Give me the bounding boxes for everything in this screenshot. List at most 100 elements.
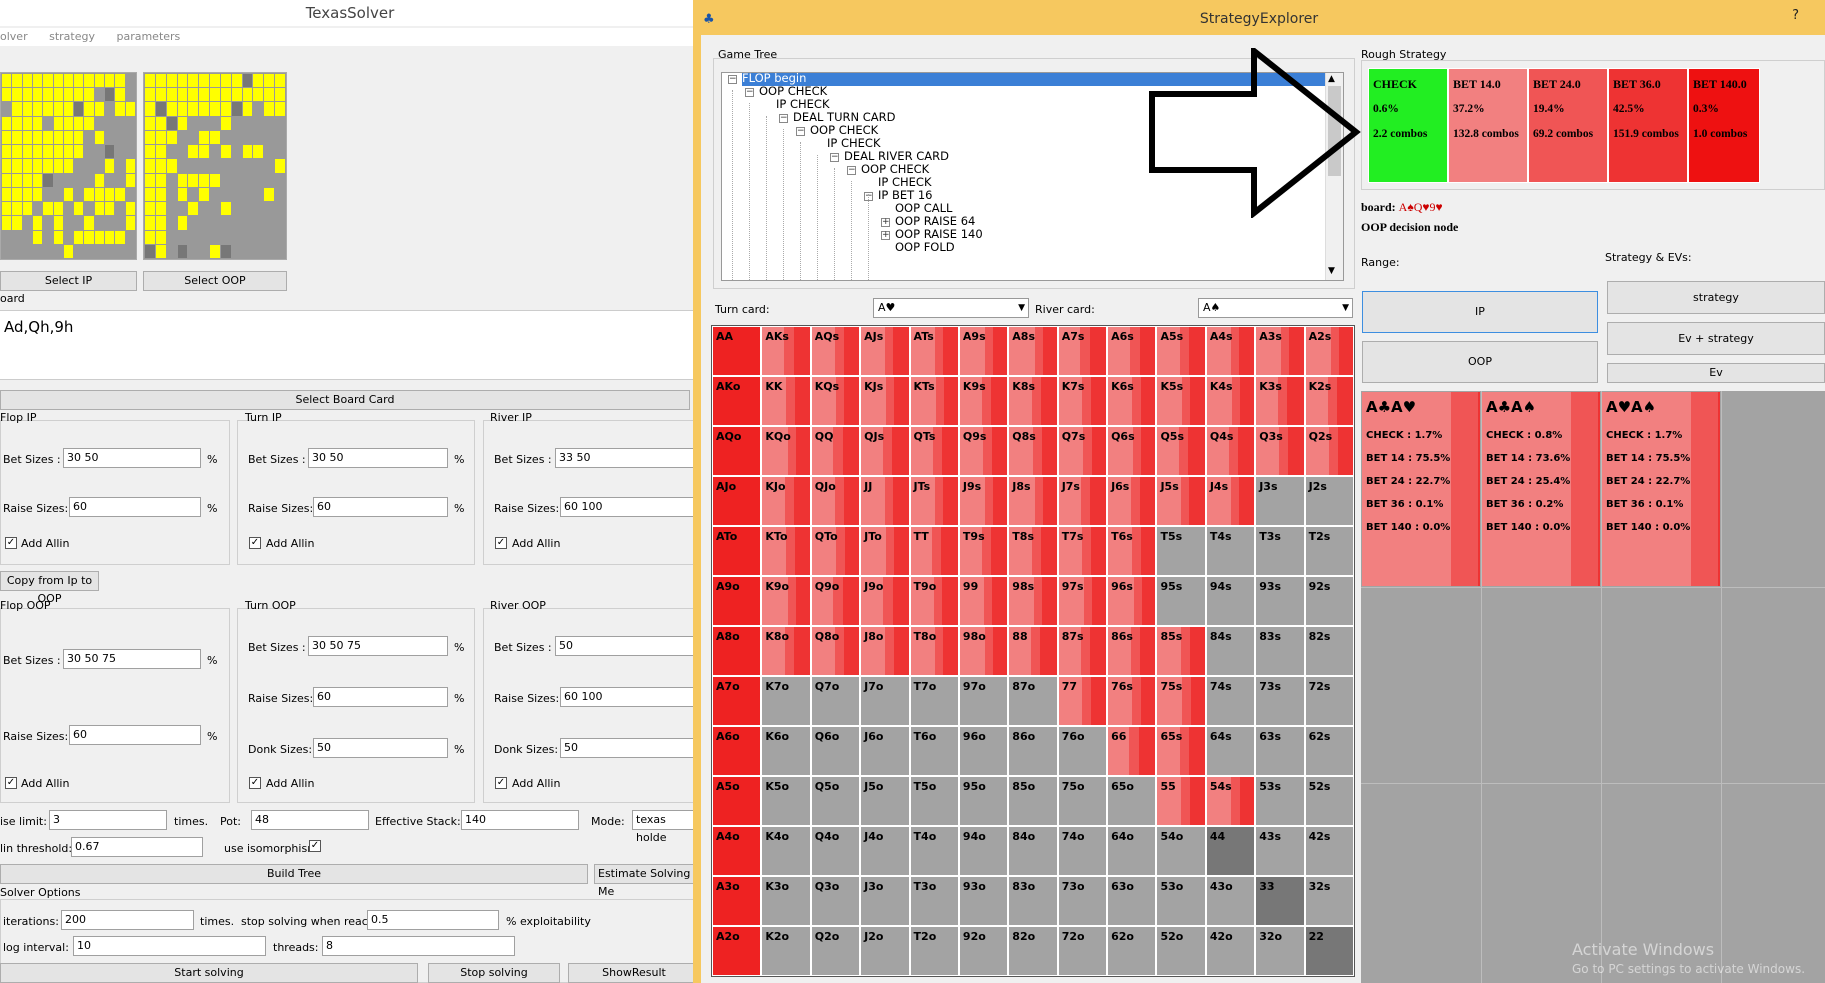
hand-cell[interactable]: AJs <box>860 326 910 376</box>
hand-cell[interactable]: J9o <box>860 576 910 626</box>
mini-range-cell[interactable] <box>220 216 231 230</box>
mini-range-cell[interactable] <box>231 74 242 88</box>
mini-range-cell[interactable] <box>242 102 253 116</box>
log-interval-input[interactable]: 10 <box>73 936 266 956</box>
mini-range-cell[interactable] <box>264 145 275 159</box>
mini-range-cell[interactable] <box>210 145 220 159</box>
hand-cell[interactable]: QJs <box>860 426 910 476</box>
hand-cell[interactable]: QTs <box>909 426 959 476</box>
mini-range-cell[interactable] <box>231 88 242 102</box>
mini-range-cell[interactable] <box>22 74 32 88</box>
strategy-button[interactable]: strategy <box>1607 281 1825 314</box>
mini-range-cell[interactable] <box>53 145 63 159</box>
mini-range-cell[interactable] <box>145 173 155 187</box>
hand-cell[interactable]: Q5o <box>810 776 861 826</box>
mini-range-cell[interactable] <box>220 102 231 116</box>
hand-cell[interactable]: 73s <box>1255 676 1305 726</box>
mini-range-cell[interactable] <box>199 145 210 159</box>
hand-cell[interactable]: T6s <box>1107 526 1157 576</box>
hand-cell[interactable]: 87s <box>1057 626 1108 676</box>
hand-cell[interactable]: JTs <box>909 476 959 526</box>
hand-cell[interactable]: T8o <box>909 626 959 676</box>
mini-range-cell[interactable] <box>74 173 84 187</box>
hand-cell[interactable]: T2o <box>909 926 959 976</box>
mini-range-cell[interactable] <box>177 187 188 202</box>
mini-range-cell[interactable] <box>188 130 199 145</box>
hand-cell[interactable]: KK <box>761 376 811 426</box>
mini-range-cell[interactable] <box>94 116 105 130</box>
mini-range-cell[interactable] <box>220 159 231 173</box>
mini-range-cell[interactable] <box>125 130 135 145</box>
mini-range-cell[interactable] <box>94 102 105 116</box>
mini-range-cell[interactable] <box>253 88 264 102</box>
hand-cell[interactable]: KTs <box>909 376 959 426</box>
select-ip-button[interactable]: Select IP <box>0 271 137 291</box>
mini-range-cell[interactable] <box>63 102 74 116</box>
mini-range-cell[interactable] <box>145 202 155 216</box>
river-card-select[interactable]: A♠ ▼ <box>1198 298 1353 318</box>
mini-range-cell[interactable] <box>22 145 32 159</box>
hand-cell[interactable]: T6o <box>909 726 959 776</box>
hand-cell[interactable]: K2s <box>1304 376 1354 426</box>
mini-range-cell[interactable] <box>242 116 253 130</box>
mini-range-cell[interactable] <box>63 130 74 145</box>
mini-range-cell[interactable] <box>115 216 125 230</box>
mini-range-cell[interactable] <box>210 102 220 116</box>
mini-range-cell[interactable] <box>264 216 275 230</box>
use-isomorphism-checkbox[interactable]: ✓ <box>309 840 321 852</box>
mini-range-cell[interactable] <box>12 230 22 244</box>
mini-range-cell[interactable] <box>199 116 210 130</box>
hand-cell[interactable]: 82s <box>1304 626 1354 676</box>
mini-range-cell[interactable] <box>231 159 242 173</box>
hand-cell[interactable]: A7s <box>1057 326 1108 376</box>
hand-cell[interactable]: J7o <box>860 676 910 726</box>
hand-cell[interactable]: K3o <box>761 876 811 926</box>
mini-range-cell[interactable] <box>264 88 275 102</box>
mini-range-cell[interactable] <box>177 159 188 173</box>
mini-range-cell[interactable] <box>231 230 242 244</box>
hand-cell[interactable]: A7o <box>712 676 762 726</box>
hand-cell[interactable]: 54o <box>1156 826 1206 876</box>
collapse-icon[interactable]: − <box>847 166 856 175</box>
mini-range-cell[interactable] <box>53 74 63 88</box>
mini-range-cell[interactable] <box>125 173 135 187</box>
mini-range-cell[interactable] <box>53 116 63 130</box>
mini-range-cell[interactable] <box>32 187 43 202</box>
hand-cell[interactable]: 86s <box>1107 626 1157 676</box>
mini-range-cell[interactable] <box>145 159 155 173</box>
hand-cell[interactable]: Q8o <box>810 626 861 676</box>
allin-threshold-input[interactable]: 0.67 <box>71 837 203 857</box>
hand-cell[interactable]: 55 <box>1156 776 1206 826</box>
mini-range-cell[interactable] <box>22 159 32 173</box>
mini-range-cell[interactable] <box>188 102 199 116</box>
mini-range-cell[interactable] <box>210 88 220 102</box>
hand-cell[interactable]: 54s <box>1205 776 1256 826</box>
hand-cell[interactable]: K7s <box>1057 376 1108 426</box>
mini-range-cell[interactable] <box>94 88 105 102</box>
mini-range-cell[interactable] <box>275 216 285 230</box>
hand-cell[interactable]: T7s <box>1057 526 1108 576</box>
hand-cell[interactable]: 75o <box>1057 776 1108 826</box>
mini-range-cell[interactable] <box>43 244 53 258</box>
hand-cell[interactable]: 42o <box>1205 926 1256 976</box>
oop-range-grid[interactable] <box>143 72 287 260</box>
mini-range-cell[interactable] <box>63 88 74 102</box>
mini-range-cell[interactable] <box>32 145 43 159</box>
mini-range-cell[interactable] <box>125 88 135 102</box>
hand-cell[interactable]: Q7s <box>1057 426 1108 476</box>
mini-range-cell[interactable] <box>253 230 264 244</box>
hand-cell[interactable]: QQ <box>810 426 861 476</box>
hand-cell[interactable]: 86o <box>1008 726 1058 776</box>
mini-range-cell[interactable] <box>115 145 125 159</box>
hand-cell[interactable]: T8s <box>1008 526 1058 576</box>
hand-cell[interactable]: AKo <box>712 376 762 426</box>
hand-cell[interactable]: A6s <box>1107 326 1157 376</box>
mini-range-cell[interactable] <box>105 216 115 230</box>
combo-detail-card[interactable]: A♣A♥ CHECK : 1.7% BET 14 : 75.5% BET 24 : 2… <box>1362 392 1480 586</box>
mini-range-cell[interactable] <box>32 173 43 187</box>
ip-range-grid[interactable] <box>0 72 137 260</box>
mini-range-cell[interactable] <box>32 159 43 173</box>
hand-cell[interactable]: 88 <box>1008 626 1058 676</box>
mini-range-cell[interactable] <box>43 88 53 102</box>
hand-cell[interactable]: 94o <box>958 826 1009 876</box>
